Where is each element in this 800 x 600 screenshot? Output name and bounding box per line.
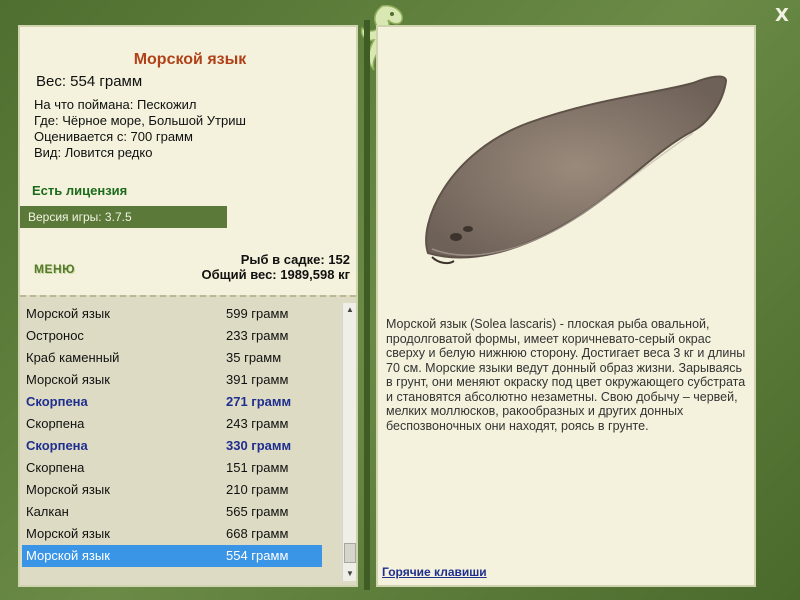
close-icon[interactable]: X	[772, 6, 792, 26]
panel-divider	[364, 20, 370, 590]
caught-on-text: На что поймана: Пескожил	[34, 97, 197, 112]
catch-list-item[interactable]: Морской язык 391 грамм	[22, 369, 322, 391]
valued-text: Оценивается с: 700 грамм	[34, 129, 193, 144]
fish-title: Морской язык	[133, 51, 247, 68]
catch-item-name: Морской язык	[26, 372, 110, 387]
catch-item-weight: 599 грамм	[226, 306, 289, 321]
cage-count: Рыб в садке: 152	[240, 252, 350, 267]
catch-item-name: Остронос	[26, 328, 84, 343]
catch-list-area: Морской язык 599 грамм Остронос 233 грамм Кр…	[20, 295, 356, 585]
menu-button[interactable]: МЕНЮ	[34, 262, 75, 276]
cage-summary: Рыб в садке: 152 Общий вес: 1989,598 кг	[201, 252, 350, 282]
hotkeys-link[interactable]: Горячие клавиши	[382, 565, 487, 579]
catch-list-item[interactable]: Скорпена 330 грамм	[22, 435, 322, 457]
catch-item-name: Скорпена	[26, 394, 88, 409]
catch-item-weight: 210 грамм	[226, 482, 289, 497]
catch-list-scrollbar[interactable]: ▲ ▼	[342, 303, 356, 581]
catch-item-name: Морской язык	[26, 548, 110, 563]
cage-total-weight: Общий вес: 1989,598 кг	[201, 267, 350, 282]
fish-weight: Вес: 554 грамм	[36, 73, 143, 90]
fish-details: На что поймана: Пескожил Где: Чёрное мор…	[34, 97, 246, 161]
fish-info-panel: Морской язык Вес: 554 грамм На что пойма…	[18, 25, 358, 587]
catch-list-item[interactable]: Морской язык 554 грамм	[22, 545, 322, 567]
catch-item-weight: 565 грамм	[226, 504, 289, 519]
catch-item-weight: 330 грамм	[226, 438, 292, 453]
catch-item-weight: 151 грамм	[226, 460, 289, 475]
catch-list-item[interactable]: Остронос 233 грамм	[22, 325, 322, 347]
catch-item-name: Скорпена	[26, 460, 85, 475]
catch-item-weight: 243 грамм	[226, 416, 289, 431]
catch-list-item[interactable]: Морской язык 668 грамм	[22, 523, 322, 545]
catch-list[interactable]: Морской язык 599 грамм Остронос 233 грамм Кр…	[22, 303, 322, 567]
catch-list-item[interactable]: Скорпена 243 грамм	[22, 413, 322, 435]
catch-item-weight: 668 грамм	[226, 526, 289, 541]
license-status: Есть лицензия	[32, 183, 128, 198]
catch-item-name: Скорпена	[26, 416, 85, 431]
scroll-up-icon[interactable]: ▲	[343, 303, 357, 317]
rarity-text: Вид: Ловится редко	[34, 145, 153, 160]
catch-item-weight: 233 грамм	[226, 328, 289, 343]
catch-item-weight: 391 грамм	[226, 372, 289, 387]
catch-item-name: Краб каменный	[26, 350, 120, 365]
catch-item-weight: 271 грамм	[226, 394, 292, 409]
catch-list-item[interactable]: Морской язык 599 грамм	[22, 303, 322, 325]
catch-list-item[interactable]: Краб каменный 35 грамм	[22, 347, 322, 369]
fish-description: Морской язык (Solea lascaris) - плоская …	[386, 317, 746, 433]
scroll-thumb[interactable]	[344, 543, 356, 563]
catch-item-weight: 554 грамм	[226, 548, 289, 563]
catch-list-item[interactable]: Морской язык 210 грамм	[22, 479, 322, 501]
catch-item-weight: 35 грамм	[226, 350, 282, 365]
fish-picture	[425, 75, 728, 265]
catch-list-item[interactable]: Калкан 565 грамм	[22, 501, 322, 523]
catch-list-item[interactable]: Скорпена 271 грамм	[22, 391, 322, 413]
scroll-down-icon[interactable]: ▼	[343, 567, 357, 581]
catch-item-name: Скорпена	[26, 438, 88, 453]
catch-item-name: Морской язык	[26, 482, 110, 497]
catch-item-name: Морской язык	[26, 306, 110, 321]
catch-item-name: Морской язык	[26, 526, 110, 541]
catch-list-item[interactable]: Скорпена 151 грамм	[22, 457, 322, 479]
fish-description-panel: Морской язык (Solea lascaris) - плоская …	[376, 25, 756, 587]
catch-item-name: Калкан	[26, 504, 69, 519]
version-bar: Версия игры: 3.7.5	[20, 206, 227, 228]
location-text: Где: Чёрное море, Большой Утриш	[34, 113, 246, 128]
